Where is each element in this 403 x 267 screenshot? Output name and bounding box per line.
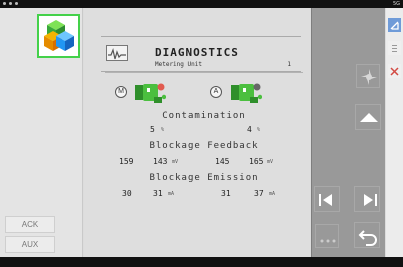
green-meter-icon-2 bbox=[230, 81, 263, 109]
green-meter-icon bbox=[134, 81, 167, 109]
divider bbox=[105, 72, 303, 73]
next-arrow-icon[interactable] bbox=[354, 186, 380, 212]
blockage-emission-right-unit: mA bbox=[269, 191, 276, 197]
page-title: DIAGNOSTICS bbox=[155, 46, 239, 59]
status-dots-icon bbox=[3, 2, 23, 6]
right-system-strip bbox=[386, 8, 403, 257]
contamination-right-value: 4 bbox=[247, 125, 252, 134]
menu-icon[interactable] bbox=[388, 41, 401, 55]
blockage-feedback-right-a: 145 bbox=[215, 157, 230, 166]
contamination-left-value: 5 bbox=[150, 125, 155, 134]
contamination-right-unit: % bbox=[257, 127, 261, 133]
unit-number: 1 bbox=[287, 61, 291, 68]
blockage-feedback-right-unit: mV bbox=[267, 159, 274, 165]
blockage-emission-left-b: 31 bbox=[153, 189, 163, 198]
blockage-feedback-left-b: 143 bbox=[153, 157, 168, 166]
blockage-feedback-right-b: 165 bbox=[249, 157, 264, 166]
status-bar: 5G bbox=[0, 0, 403, 8]
blockage-emission-left-a: 30 bbox=[122, 189, 132, 198]
status-right-text: 5G bbox=[392, 1, 400, 7]
auto-mode-badge: A bbox=[210, 86, 222, 98]
previous-arrow-icon[interactable] bbox=[314, 186, 340, 212]
blockage-emission-label: Blockage Emission bbox=[149, 173, 259, 183]
diagnostics-panel: DIAGNOSTICS Metering Unit 1 M A Contamin… bbox=[84, 8, 310, 257]
waveform-icon bbox=[106, 45, 128, 61]
back-arrow-icon[interactable] bbox=[354, 222, 380, 248]
page-subtitle: Metering Unit bbox=[155, 61, 202, 68]
more-icon[interactable] bbox=[315, 224, 339, 248]
blockage-emission-right-b: 37 bbox=[254, 189, 264, 198]
blockage-emission-right-a: 31 bbox=[221, 189, 231, 198]
blockage-feedback-left-a: 159 bbox=[119, 157, 134, 166]
contamination-left-unit: % bbox=[161, 127, 165, 133]
minimize-icon[interactable] bbox=[388, 18, 401, 32]
diagnostics-header: DIAGNOSTICS Metering Unit 1 bbox=[101, 36, 301, 72]
blockage-feedback-left-unit: mV bbox=[172, 159, 179, 165]
close-icon[interactable] bbox=[388, 64, 401, 78]
contamination-label: Contamination bbox=[162, 111, 246, 121]
blockage-emission-left-unit: mA bbox=[168, 191, 175, 197]
system-navigation-bar bbox=[0, 257, 403, 267]
cubes-logo-icon bbox=[37, 14, 80, 58]
aux-button[interactable]: AUX bbox=[5, 236, 55, 253]
blockage-feedback-label: Blockage Feedback bbox=[149, 141, 259, 151]
fan-icon[interactable] bbox=[356, 64, 380, 88]
manual-mode-badge: M bbox=[115, 86, 127, 98]
left-panel: ACK AUX bbox=[0, 8, 83, 257]
up-arrow-icon[interactable] bbox=[355, 104, 381, 130]
ack-button[interactable]: ACK bbox=[5, 216, 55, 233]
screen: ACK AUX DIAGNOSTICS Metering Unit 1 M A … bbox=[0, 8, 403, 257]
right-softkey-panel bbox=[311, 8, 385, 257]
